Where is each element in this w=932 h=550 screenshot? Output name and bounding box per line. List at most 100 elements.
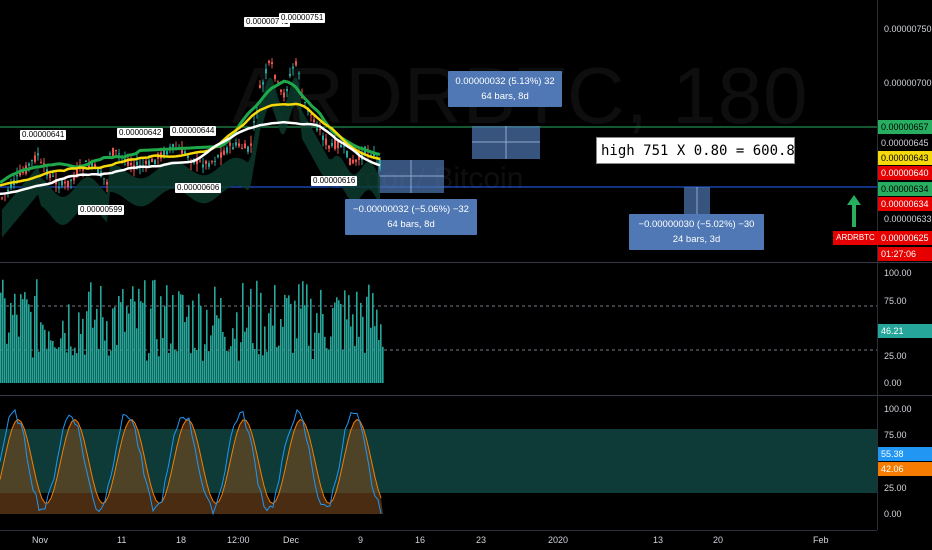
candle-body <box>319 129 321 131</box>
chart-area[interactable]: ARDRBTC, 180 Ardor / Bitcoin 0.00000741 … <box>0 0 932 550</box>
rsi-bar <box>304 305 306 383</box>
chart-canvas[interactable] <box>0 0 877 530</box>
candle-body <box>277 81 279 83</box>
rsi-bar <box>320 289 322 383</box>
candle-body <box>286 88 288 92</box>
measure-label-down2[interactable]: −0.00000030 (−5.02%) −30 24 bars, 3d <box>629 214 764 250</box>
rsi-bar <box>196 349 198 383</box>
candle-body <box>214 160 216 162</box>
rsi-bar <box>108 355 110 383</box>
rsi-bar <box>306 284 308 383</box>
rsi-bar <box>244 331 246 383</box>
rsi-bar <box>254 348 256 383</box>
rsi-bar <box>242 283 244 383</box>
candle-body <box>349 158 351 166</box>
candle-body <box>106 181 108 185</box>
rsi-bar <box>62 320 64 383</box>
rsi-bar <box>40 322 42 383</box>
arrow-up-icon[interactable] <box>847 195 861 227</box>
candle-body <box>70 179 72 182</box>
rsi-bar <box>126 306 128 383</box>
time-label: 16 <box>415 535 426 545</box>
rsi-bar <box>274 285 276 383</box>
candle-body <box>313 119 315 123</box>
candle-body <box>259 85 261 89</box>
candle-body <box>166 151 168 155</box>
rsi-bar <box>38 351 40 383</box>
rsi-bar <box>134 301 136 383</box>
rsi-bar <box>298 284 300 383</box>
price-tag: 0.00000645 <box>881 138 929 148</box>
rsi-bar <box>240 342 242 383</box>
rsi-bar <box>2 279 4 383</box>
rsi-bar <box>118 295 120 383</box>
stoch-label: 100.00 <box>884 404 912 414</box>
price-label: 0.00000700 <box>884 78 932 88</box>
rsi-bar <box>190 353 192 383</box>
rsi-bar <box>96 308 98 383</box>
rsi-bar <box>12 314 14 383</box>
rsi-bar <box>198 293 200 383</box>
rsi-bar <box>338 300 340 383</box>
candle-body <box>223 150 225 155</box>
text-note[interactable]: high 751 X 0.80 = 600.8 <box>596 137 795 164</box>
candle-body <box>292 66 294 69</box>
rsi-bar <box>264 326 266 383</box>
pane-separator[interactable] <box>0 395 932 396</box>
candle-body <box>85 160 87 162</box>
rsi-bar <box>324 336 326 383</box>
candle-body <box>31 160 33 162</box>
candle-body <box>118 153 120 155</box>
rsi-bar <box>90 282 92 383</box>
rsi-bar <box>82 318 84 383</box>
time-label: Dec <box>283 535 300 545</box>
rsi-bar <box>352 314 354 383</box>
rsi-bar <box>220 298 222 383</box>
rsi-bar <box>64 332 66 383</box>
candle-body <box>271 62 273 65</box>
candle-body <box>145 160 147 165</box>
rsi-bar <box>122 289 124 383</box>
pane-separator[interactable] <box>0 262 932 263</box>
rsi-bar <box>272 325 274 383</box>
rsi-bar <box>72 355 74 383</box>
time-axis[interactable]: Nov 11 18 12:00 Dec 9 16 23 2020 13 20 F… <box>0 530 877 550</box>
candle-body <box>247 146 249 152</box>
time-label: Feb <box>813 535 829 545</box>
rsi-bar <box>316 313 318 383</box>
candle-body <box>334 139 336 149</box>
rsi-bar <box>26 299 28 383</box>
rsi-bar <box>368 284 370 383</box>
candle-body <box>49 174 51 179</box>
time-label: Nov <box>32 535 49 545</box>
rsi-bar <box>184 322 186 383</box>
peak-label: 0.00000641 <box>20 130 67 140</box>
rsi-bar <box>292 352 294 383</box>
stoch-label: 75.00 <box>884 430 907 440</box>
rsi-bar <box>278 345 280 383</box>
measure-label-up[interactable]: 0.00000032 (5.13%) 32 64 bars, 8d <box>448 71 562 107</box>
rsi-bar <box>44 329 46 383</box>
candle-body <box>331 142 333 146</box>
rsi-bar <box>378 340 380 383</box>
countdown-tag: 01:27:06 <box>878 247 932 261</box>
candle-body <box>325 138 327 145</box>
rsi-bar <box>214 286 216 383</box>
rsi-bar <box>276 347 278 383</box>
candle-body <box>172 144 174 148</box>
rsi-bar <box>36 279 38 383</box>
candle-body <box>322 135 324 141</box>
rsi-bar <box>348 295 350 383</box>
rsi-bar <box>262 355 264 383</box>
rsi-bar <box>162 337 164 383</box>
candle-body <box>130 162 132 166</box>
rsi-bar <box>166 285 168 383</box>
time-label: 18 <box>176 535 187 545</box>
measure-change: −0.00000030 (−5.02%) −30 <box>638 219 755 230</box>
rsi-bar <box>146 360 148 383</box>
rsi-bar <box>260 292 262 383</box>
time-label: 12:00 <box>227 535 250 545</box>
measure-label-down1[interactable]: −0.00000032 (−5.06%) −32 64 bars, 8d <box>345 199 477 235</box>
rsi-bar <box>30 311 32 383</box>
rsi-bar <box>4 298 6 383</box>
